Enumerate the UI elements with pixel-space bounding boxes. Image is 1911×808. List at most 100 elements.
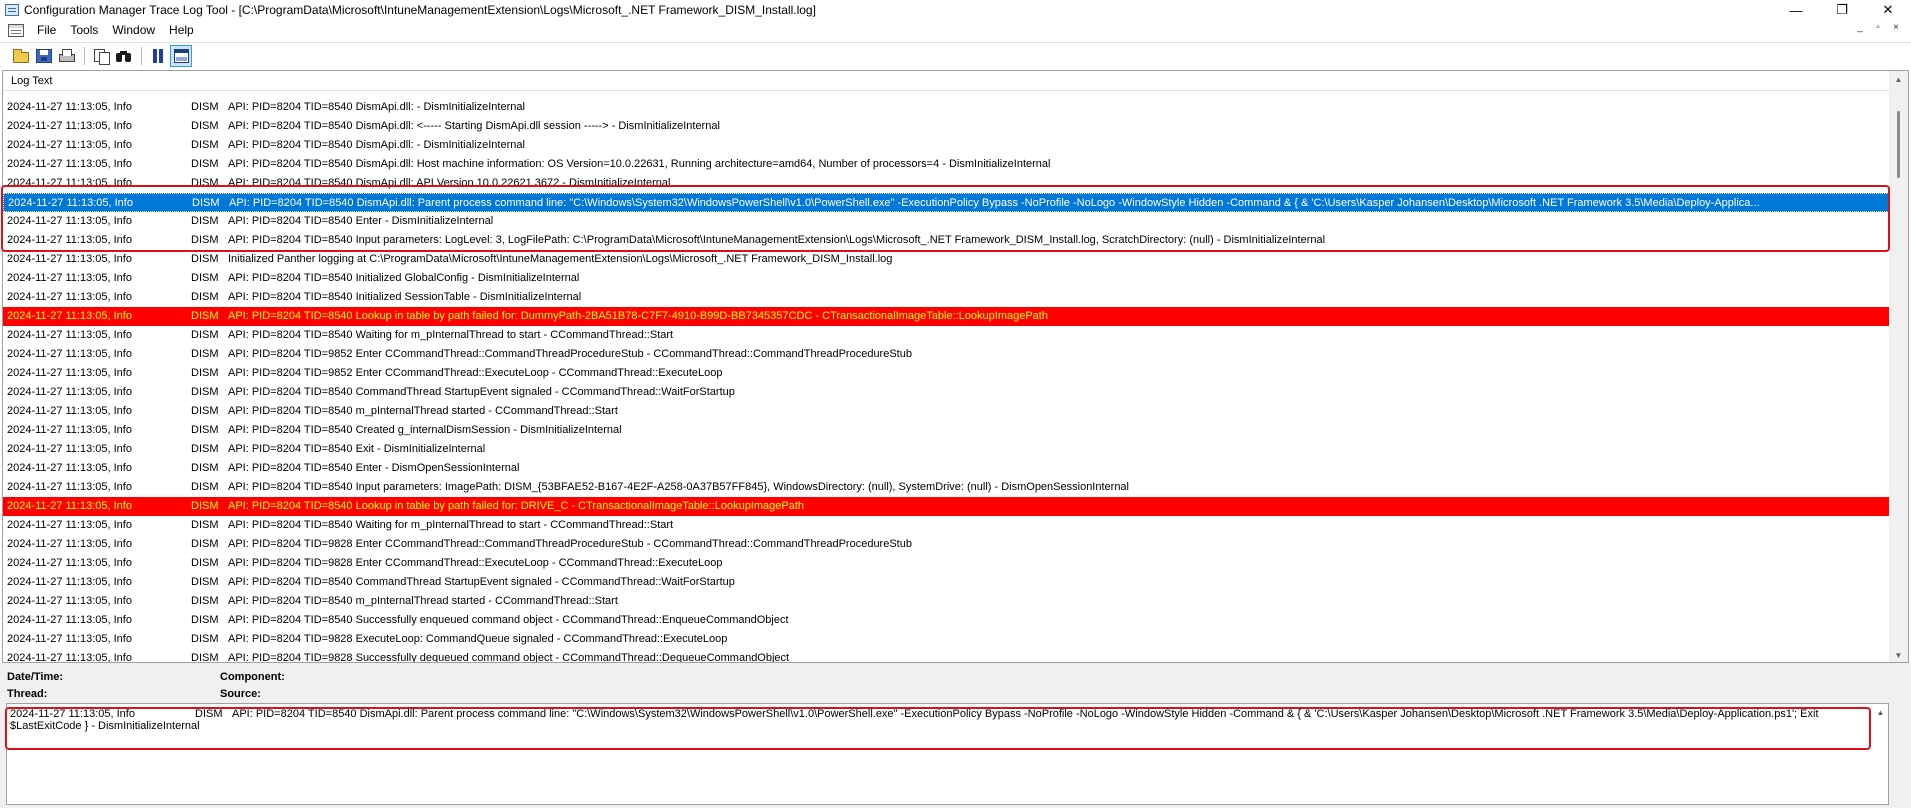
log-row-error[interactable]: 2024-11-27 11:13:05, Info DISM API: PID=82…	[3, 497, 1891, 516]
log-row-message: API: PID=8204 TID=9828 Successfully dequ…	[228, 652, 790, 663]
menu-file[interactable]: File	[30, 20, 63, 40]
log-row[interactable]: 2024-11-27 11:13:05, Info DISM API: PID=82…	[3, 326, 1891, 345]
log-row-datetime: 2024-11-27 11:13:05, Info	[7, 291, 132, 303]
title-bar: Configuration Manager Trace Log Tool - […	[0, 0, 1911, 20]
log-row-error[interactable]: 2024-11-27 11:13:05, Info DISM API: PID=82…	[3, 307, 1891, 326]
log-row-component: DISM	[191, 253, 219, 265]
menu-tools[interactable]: Tools	[63, 20, 105, 40]
log-rows: 2024-11-27 11:13:05, Info DISM API: PID=82…	[3, 98, 1891, 663]
log-row-component: DISM	[191, 101, 219, 113]
log-list[interactable]: Log Text 2024-11-27 11:13:05, Info DISM AP…	[2, 70, 1909, 663]
log-row-component: DISM	[191, 462, 219, 474]
log-row[interactable]: 2024-11-27 11:13:05, Info DISM API: PID=82…	[3, 269, 1891, 288]
log-row-datetime: 2024-11-27 11:13:05, Info	[7, 557, 132, 569]
log-row-datetime: 2024-11-27 11:13:05, Info	[7, 386, 132, 398]
log-row-message: API: PID=8204 TID=8540 Lookup in table b…	[228, 310, 1048, 322]
document-close-button[interactable]: ×	[1889, 21, 1903, 35]
log-row[interactable]: 2024-11-27 11:13:05, Info DISM API: PID=82…	[3, 402, 1891, 421]
log-row-datetime: 2024-11-27 11:13:05, Info	[7, 348, 132, 360]
minimize-button[interactable]: —	[1773, 0, 1819, 20]
log-row[interactable]: 2024-11-27 11:13:05, Info DISM Initialized…	[3, 250, 1891, 269]
document-window-icon[interactable]	[8, 23, 24, 37]
log-row[interactable]: 2024-11-27 11:13:05, Info DISM API: PID=82…	[3, 98, 1891, 117]
scroll-up-icon[interactable]: ▲	[1889, 71, 1908, 88]
log-row-message: API: PID=8204 TID=8540 Initialized Globa…	[228, 272, 580, 284]
highlight-annotation-message	[5, 707, 1871, 750]
log-row[interactable]: 2024-11-27 11:13:05, Info DISM API: PID=82…	[3, 345, 1891, 364]
log-row-message: API: PID=8204 TID=9828 Enter CCommandThr…	[228, 557, 723, 569]
log-scrollbar[interactable]: ▲ ▼	[1889, 71, 1908, 662]
message-scrollbar[interactable]: ▲	[1871, 704, 1888, 804]
log-row-component: DISM	[191, 367, 219, 379]
log-row[interactable]: 2024-11-27 11:13:05, Info DISM API: PID=82…	[3, 535, 1891, 554]
log-row-component: DISM	[191, 310, 219, 322]
log-row-component: DISM	[191, 538, 219, 550]
log-row[interactable]: 2024-11-27 11:13:05, Info DISM API: PID=82…	[3, 573, 1891, 592]
log-row-datetime: 2024-11-27 11:13:05, Info	[7, 538, 132, 550]
open-icon	[13, 48, 29, 63]
menu-window[interactable]: Window	[105, 20, 162, 40]
document-minimize-button[interactable]: _	[1853, 21, 1867, 35]
log-row-datetime: 2024-11-27 11:13:05, Info	[7, 310, 132, 322]
log-row-datetime: 2024-11-27 11:13:05, Info	[7, 253, 132, 265]
close-button[interactable]: ✕	[1865, 0, 1911, 20]
log-row[interactable]: 2024-11-27 11:13:05, Info DISM API: PID=82…	[3, 554, 1891, 573]
copy-button[interactable]	[90, 45, 112, 67]
log-row[interactable]: 2024-11-27 11:13:05, Info DISM API: PID=82…	[3, 383, 1891, 402]
log-row-message: API: PID=8204 TID=9852 Enter CCommandThr…	[228, 367, 723, 379]
scroll-down-icon[interactable]: ▼	[1889, 647, 1908, 662]
log-row-datetime: 2024-11-27 11:13:05, Info	[7, 443, 132, 455]
log-row-component: DISM	[191, 633, 219, 645]
log-row[interactable]: 2024-11-27 11:13:05, Info DISM API: PID=82…	[3, 155, 1891, 174]
log-row-datetime: 2024-11-27 11:13:05, Info	[7, 120, 132, 132]
log-row[interactable]: 2024-11-27 11:13:05, Info DISM API: PID=82…	[3, 592, 1891, 611]
log-row-component: DISM	[191, 595, 219, 607]
log-row[interactable]: 2024-11-27 11:13:05, Info DISM API: PID=82…	[3, 478, 1891, 497]
print-button[interactable]	[56, 45, 78, 67]
log-row[interactable]: 2024-11-27 11:13:05, Info DISM API: PID=82…	[3, 136, 1891, 155]
log-row-component: DISM	[191, 576, 219, 588]
log-row[interactable]: 2024-11-27 11:13:05, Info DISM API: PID=82…	[3, 364, 1891, 383]
log-row[interactable]: 2024-11-27 11:13:05, Info DISM API: PID=82…	[3, 630, 1891, 649]
log-row-datetime: 2024-11-27 11:13:05, Info	[7, 367, 132, 379]
datetime-label: Date/Time:	[7, 671, 64, 683]
log-row-message: API: PID=8204 TID=8540 Enter - DismOpenS…	[228, 462, 520, 474]
log-row[interactable]: 2024-11-27 11:13:05, Info DISM API: PID=82…	[3, 440, 1891, 459]
log-row[interactable]: 2024-11-27 11:13:05, Info DISM API: PID=82…	[3, 649, 1891, 663]
log-row-message: API: PID=8204 TID=8540 Initialized Sessi…	[228, 291, 582, 303]
log-row-component: DISM	[191, 139, 219, 151]
log-row[interactable]: 2024-11-27 11:13:05, Info DISM API: PID=82…	[3, 459, 1891, 478]
log-row[interactable]: 2024-11-27 11:13:05, Info DISM API: PID=82…	[3, 117, 1891, 136]
log-row-datetime: 2024-11-27 11:13:05, Info	[7, 576, 132, 588]
log-row-datetime: 2024-11-27 11:13:05, Info	[7, 481, 132, 493]
log-row[interactable]: 2024-11-27 11:13:05, Info DISM API: PID=82…	[3, 288, 1891, 307]
log-row[interactable]: 2024-11-27 11:13:05, Info DISM API: PID=82…	[3, 421, 1891, 440]
log-row[interactable]: 2024-11-27 11:13:05, Info DISM API: PID=82…	[3, 516, 1891, 535]
log-row-component: DISM	[191, 291, 219, 303]
log-row-datetime: 2024-11-27 11:13:05, Info	[7, 614, 132, 626]
log-row-message: API: PID=8204 TID=8540 Successfully enqu…	[228, 614, 789, 626]
log-row-message: API: PID=8204 TID=8540 DismApi.dll: <---…	[228, 120, 720, 132]
save-button[interactable]	[33, 45, 55, 67]
preview-pane-icon	[173, 48, 189, 63]
open-button[interactable]	[10, 45, 32, 67]
scrollbar-thumb[interactable]	[1897, 111, 1900, 178]
log-row-component: DISM	[191, 120, 219, 132]
log-row-component: DISM	[191, 329, 219, 341]
restore-button[interactable]: ❐	[1819, 0, 1865, 20]
log-row-message: API: PID=8204 TID=9828 ExecuteLoop: Comm…	[228, 633, 728, 645]
menu-help[interactable]: Help	[162, 20, 201, 40]
column-header-log-text[interactable]: Log Text	[3, 71, 1908, 91]
scroll-up-icon[interactable]: ▲	[1871, 704, 1890, 721]
preview-pane-button[interactable]	[170, 44, 192, 67]
log-row-message: API: PID=8204 TID=8540 CommandThread Sta…	[228, 386, 735, 398]
pause-button[interactable]	[147, 45, 169, 67]
log-row-datetime: 2024-11-27 11:13:05, Info	[7, 424, 132, 436]
log-row-datetime: 2024-11-27 11:13:05, Info	[7, 462, 132, 474]
document-restore-button[interactable]: ▫	[1871, 21, 1885, 35]
find-button[interactable]	[113, 45, 135, 67]
log-row[interactable]: 2024-11-27 11:13:05, Info DISM API: PID=82…	[3, 611, 1891, 630]
log-row-message: API: PID=8204 TID=8540 DismApi.dll: - Di…	[228, 139, 525, 151]
log-row-message: Initialized Panther logging at C:\Progra…	[228, 253, 893, 265]
log-row-component: DISM	[191, 348, 219, 360]
